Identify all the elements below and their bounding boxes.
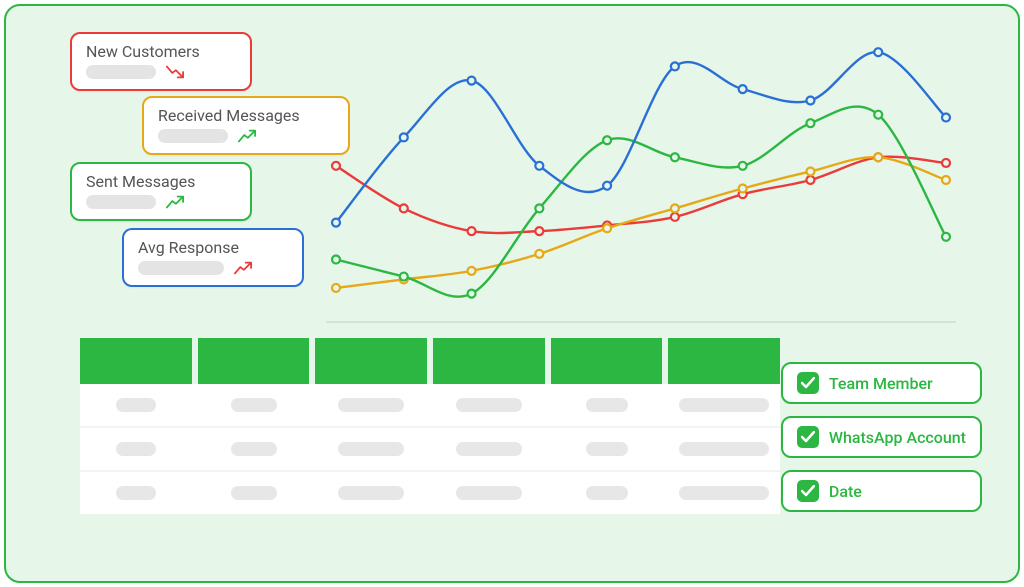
skeleton bbox=[679, 486, 769, 500]
skeleton bbox=[116, 442, 156, 456]
metric-card-sent-messages[interactable]: Sent Messages bbox=[70, 162, 252, 221]
table-cell bbox=[668, 442, 780, 456]
trend-up-icon bbox=[166, 195, 184, 209]
skeleton bbox=[679, 398, 769, 412]
table-header-cell bbox=[433, 338, 545, 384]
filter-label: Date bbox=[829, 482, 862, 501]
checkbox-checked-icon bbox=[797, 480, 819, 502]
skeleton bbox=[679, 442, 769, 456]
metric-value-skeleton bbox=[138, 261, 224, 275]
table-row bbox=[80, 384, 780, 428]
filter-whatsapp-account[interactable]: WhatsApp Account bbox=[781, 416, 982, 458]
skeleton bbox=[338, 398, 404, 412]
table-header-cell bbox=[668, 338, 780, 384]
skeleton bbox=[586, 486, 628, 500]
metric-value-skeleton bbox=[86, 195, 156, 209]
checkbox-checked-icon bbox=[797, 372, 819, 394]
skeleton bbox=[116, 398, 156, 412]
table-cell bbox=[198, 442, 310, 456]
table-cell bbox=[433, 442, 545, 456]
skeleton bbox=[338, 486, 404, 500]
skeleton bbox=[456, 442, 522, 456]
metric-label: Avg Response bbox=[138, 238, 288, 257]
table-cell bbox=[80, 486, 192, 500]
table-header-cell bbox=[315, 338, 427, 384]
table-cell bbox=[198, 486, 310, 500]
table-header bbox=[80, 338, 780, 384]
table-cell bbox=[668, 486, 780, 500]
trend-down-icon bbox=[166, 65, 184, 79]
table-cell bbox=[315, 442, 427, 456]
filter-label: Team Member bbox=[829, 374, 933, 393]
table-cell bbox=[315, 398, 427, 412]
table-row bbox=[80, 472, 780, 514]
table-cell bbox=[551, 442, 663, 456]
skeleton bbox=[231, 442, 277, 456]
metric-card-avg-response[interactable]: Avg Response bbox=[122, 228, 304, 287]
skeleton bbox=[586, 442, 628, 456]
trend-up-icon bbox=[234, 261, 252, 275]
metric-value-skeleton bbox=[158, 129, 228, 143]
table-header-cell bbox=[551, 338, 663, 384]
data-table bbox=[80, 338, 780, 514]
filter-list: Team Member WhatsApp Account Date bbox=[781, 362, 982, 512]
table-cell bbox=[551, 486, 663, 500]
table-header-cell bbox=[198, 338, 310, 384]
metric-label: New Customers bbox=[86, 42, 236, 61]
table-cell bbox=[433, 398, 545, 412]
filter-label: WhatsApp Account bbox=[829, 428, 966, 447]
filter-team-member[interactable]: Team Member bbox=[781, 362, 982, 404]
trend-up-icon bbox=[238, 129, 256, 143]
skeleton bbox=[338, 442, 404, 456]
metric-label: Sent Messages bbox=[86, 172, 236, 191]
table-cell bbox=[433, 486, 545, 500]
table-row bbox=[80, 428, 780, 472]
dashboard-panel: New Customers Received Messages Sent Mes… bbox=[4, 4, 1020, 583]
table-cell bbox=[315, 486, 427, 500]
table-cell bbox=[80, 442, 192, 456]
table-header-cell bbox=[80, 338, 192, 384]
metric-card-received-messages[interactable]: Received Messages bbox=[142, 96, 350, 155]
filter-date[interactable]: Date bbox=[781, 470, 982, 512]
metric-card-new-customers[interactable]: New Customers bbox=[70, 32, 252, 91]
table-cell bbox=[668, 398, 780, 412]
checkbox-checked-icon bbox=[797, 426, 819, 448]
metric-label: Received Messages bbox=[158, 106, 334, 125]
table-cell bbox=[551, 398, 663, 412]
table-cell bbox=[80, 398, 192, 412]
metric-value-skeleton bbox=[86, 65, 156, 79]
skeleton bbox=[231, 398, 277, 412]
skeleton bbox=[116, 486, 156, 500]
skeleton bbox=[456, 398, 522, 412]
skeleton bbox=[456, 486, 522, 500]
metrics-line-chart bbox=[326, 32, 956, 332]
skeleton bbox=[231, 486, 277, 500]
table-cell bbox=[198, 398, 310, 412]
skeleton bbox=[586, 398, 628, 412]
table-body bbox=[80, 384, 780, 514]
